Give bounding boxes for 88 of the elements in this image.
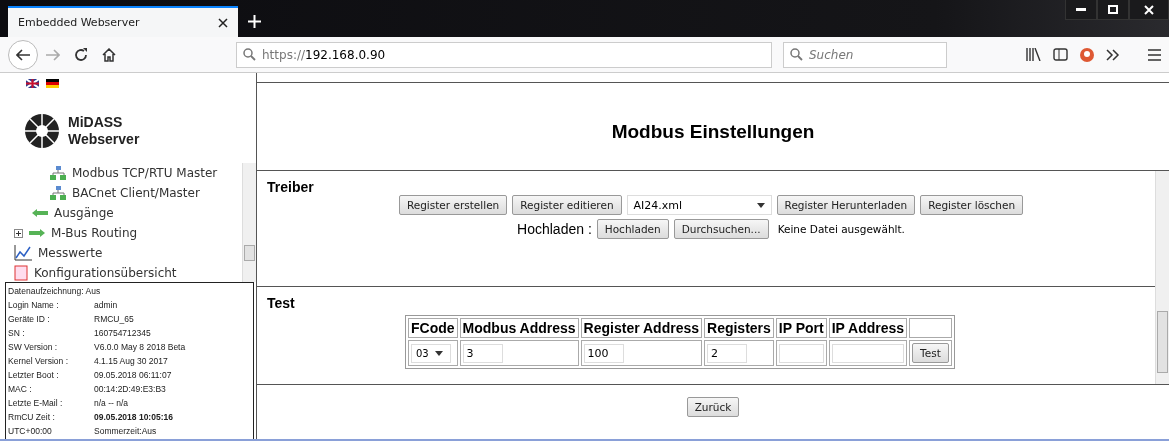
column-header: Registers	[704, 318, 774, 339]
info-value: RMCU_65	[94, 314, 135, 325]
address-bar[interactable]: https://192.168.0.90	[236, 41, 772, 68]
menu-icon[interactable]	[1148, 48, 1161, 61]
close-icon[interactable]	[218, 17, 228, 28]
input-field[interactable]: 100	[583, 343, 624, 363]
caret-icon	[434, 350, 443, 356]
network-icon	[50, 166, 66, 181]
logo-icon	[24, 112, 60, 149]
info-value: V6.0.0 May 8 2018 Beta	[94, 342, 187, 353]
library-icon[interactable]	[1026, 48, 1041, 61]
back-button[interactable]: Zurück	[686, 397, 740, 417]
search-field[interactable]: Suchen	[783, 41, 947, 68]
close-icon[interactable]	[1129, 0, 1169, 20]
german-flag-icon[interactable]	[46, 79, 59, 88]
browser-tab[interactable]: Embedded Webserver	[8, 6, 238, 37]
info-label: Login Name :	[8, 300, 60, 311]
info-value: 09.05.2018 10:05:16	[94, 411, 174, 422]
file-select[interactable]: AI24.xml	[626, 195, 772, 215]
info-value: admin	[94, 300, 119, 311]
nav-item[interactable]: Modbus TCP/RTU Master	[4, 163, 242, 184]
upload-button[interactable]: Hochladen	[596, 219, 669, 239]
upload-label: Hochladen :	[517, 221, 592, 237]
nav-item[interactable]: BACnet Client/Master	[4, 183, 242, 204]
nav-item[interactable]: Ausgänge	[4, 203, 242, 224]
info-label: Geräte ID :	[8, 314, 51, 325]
search-icon	[243, 48, 256, 61]
info-text: Datenaufzeichnung: Aus	[8, 286, 102, 297]
column-header	[909, 318, 952, 339]
nav-item[interactable]: Messwerte	[4, 243, 242, 264]
column-header: IP Address	[828, 318, 908, 339]
logo-text: MiDASS Webserver	[68, 113, 140, 148]
network-icon	[50, 186, 66, 201]
caret-icon	[756, 202, 765, 208]
search-icon	[790, 48, 803, 61]
input-field[interactable]	[778, 343, 824, 363]
right-arrow-icon	[29, 229, 45, 238]
test-button[interactable]: Test	[912, 343, 949, 364]
column-header: FCode	[408, 318, 458, 339]
minimize-icon[interactable]	[1065, 0, 1097, 20]
home-icon[interactable]	[102, 47, 116, 62]
column-header: IP Port	[775, 318, 827, 339]
info-label: Letzte E-Mail :	[8, 397, 64, 408]
overflow-icon[interactable]	[1106, 48, 1120, 61]
fcode-select[interactable]: 03	[411, 343, 451, 363]
back-arrow-icon	[16, 48, 30, 61]
column-header: Register Address	[580, 318, 703, 339]
info-label: SN :	[8, 328, 26, 339]
info-value: 4.1.15 Aug 30 2017	[94, 356, 169, 367]
register-button[interactable]: Register erstellen	[398, 195, 508, 215]
maximize-icon[interactable]	[1097, 0, 1129, 20]
url-text: https://192.168.0.90	[262, 47, 386, 62]
info-label: Letzter Boot :	[8, 370, 60, 380]
nav-item[interactable]: Konfigurationsübersicht	[4, 263, 242, 282]
info-value: 09.05.2018 06:11:07	[94, 370, 173, 380]
info-value: 160754712345	[94, 328, 152, 339]
info-label: RmCU Zeit :	[8, 411, 56, 422]
info-label: MAC :	[8, 383, 33, 394]
scrollbar[interactable]	[1155, 171, 1169, 384]
section-heading: Treiber	[267, 179, 315, 195]
new-tab-icon[interactable]	[248, 15, 261, 28]
input-field[interactable]: 2	[707, 343, 748, 363]
register-button[interactable]: Register Herunterladen	[776, 195, 916, 215]
reload-icon[interactable]	[74, 47, 88, 62]
sidebar-icon[interactable]	[1053, 48, 1068, 61]
back-button[interactable]	[8, 39, 38, 70]
register-button[interactable]: Register editieren	[512, 195, 622, 215]
info-value: n/a -- n/a	[94, 397, 130, 408]
nav-item[interactable]: M-Bus Routing	[4, 223, 242, 244]
input-field[interactable]	[831, 343, 905, 363]
expand-icon[interactable]	[14, 228, 23, 238]
info-value: Sommerzeit:Aus	[94, 425, 158, 436]
info-label: SW Version :	[8, 342, 59, 353]
register-button[interactable]: Register löschen	[920, 195, 1024, 215]
uk-flag-icon[interactable]	[26, 79, 39, 88]
info-label: UTC+00:00	[8, 425, 53, 436]
info-value: 00:14:2D:49:E3:B3	[94, 383, 167, 394]
browse-button[interactable]: Durchsuchen...	[673, 219, 769, 239]
scrollbar[interactable]	[242, 163, 256, 282]
page-title: Modbus Einstellungen	[610, 119, 816, 144]
chart-icon	[14, 245, 32, 262]
document-icon	[14, 265, 28, 282]
file-status: Keine Datei ausgewählt.	[777, 223, 905, 235]
info-label: Kernel Version :	[8, 356, 69, 367]
left-arrow-icon	[32, 209, 48, 218]
section-heading: Test	[267, 295, 296, 312]
column-header: Modbus Address	[459, 318, 579, 339]
input-field[interactable]: 3	[462, 343, 503, 363]
